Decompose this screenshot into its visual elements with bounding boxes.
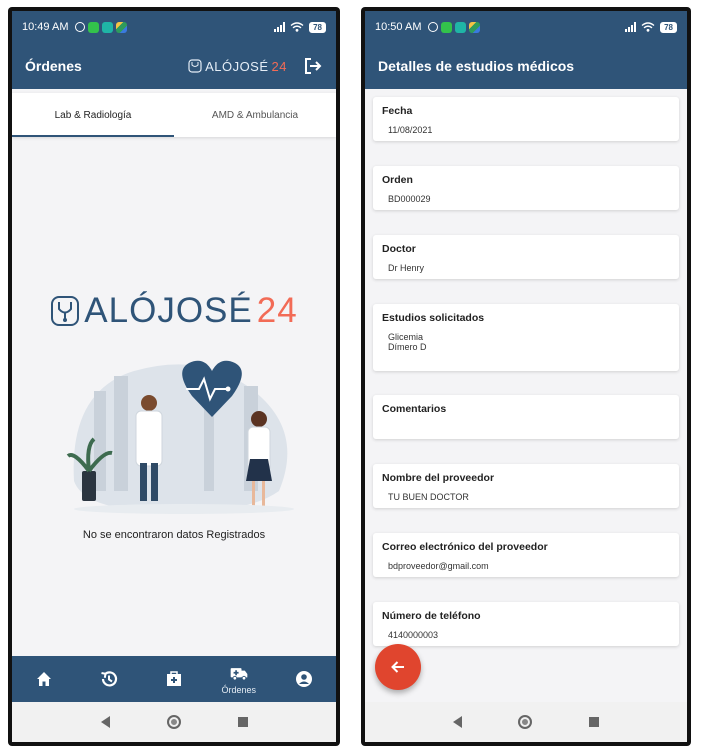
field-label: Orden — [382, 174, 413, 186]
alarm-icon — [75, 22, 86, 32]
field-label: Correo electrónico del proveedor — [382, 541, 548, 553]
nav-history[interactable] — [84, 669, 134, 689]
recents-icon[interactable] — [588, 717, 599, 727]
field-value: 4140000003 — [388, 630, 439, 640]
system-navigation — [12, 702, 336, 742]
app-notification-icon — [455, 21, 467, 33]
signal-icon — [625, 22, 637, 32]
field-label: Fecha — [382, 105, 413, 117]
app-notification-icon — [102, 21, 114, 33]
field-value: Dr Henry — [388, 263, 425, 273]
drive-icon — [469, 21, 481, 33]
status-time: 10:50 AM — [375, 21, 422, 33]
status-bar: 10:49 AM 78 — [12, 11, 336, 43]
back-icon[interactable] — [453, 716, 463, 728]
phone-orders: 10:49 AM 78 Órdenes ALÓJOSÉ 24 Lab & Rad… — [8, 7, 340, 746]
field-label: Número de teléfono — [382, 610, 481, 622]
stethoscope-icon — [188, 59, 202, 73]
field-value: TU BUEN DOCTOR — [388, 492, 469, 502]
home-circle-icon[interactable] — [518, 715, 533, 729]
field-value: 11/08/2021 — [388, 125, 433, 135]
details-screen: 10:50 AM 78 Detalles de estudios médicos — [365, 11, 687, 742]
empty-state-message: No se encontraron datos Registrados — [82, 529, 266, 541]
alarm-icon — [428, 22, 439, 32]
nav-medical[interactable] — [149, 669, 199, 689]
field-value: Glicemia — [388, 332, 424, 342]
wifi-icon — [290, 22, 304, 32]
brand-number: 24 — [271, 58, 287, 74]
field-estudios: Estudios solicitados Glicemia Dímero D — [373, 304, 679, 371]
field-correo: Correo electrónico del proveedor bdprove… — [373, 533, 679, 577]
field-comentarios: Comentarios — [373, 395, 679, 439]
field-value: BD000029 — [388, 194, 431, 204]
tab-label: AMD & Ambulancia — [211, 109, 299, 121]
field-proveedor: Nombre del proveedor TU BUEN DOCTOR — [373, 464, 679, 508]
app-bar: Detalles de estudios médicos — [365, 43, 687, 89]
field-doctor: Doctor Dr Henry — [373, 235, 679, 279]
field-value: Dímero D — [388, 342, 427, 352]
brand-logo-large: ALÓJOSÉ 24 — [12, 291, 336, 331]
bottom-navigation: Órdenes — [12, 656, 336, 702]
brand-logo: ALÓJOSÉ 24 — [188, 59, 287, 74]
field-telefono: Número de teléfono 4140000003 — [373, 602, 679, 646]
doctors-illustration — [66, 360, 294, 514]
messages-icon — [441, 21, 453, 33]
home-icon — [37, 672, 52, 686]
nav-account[interactable] — [279, 669, 329, 689]
phone-details: 10:50 AM 78 Detalles de estudios médicos — [361, 7, 691, 746]
drive-icon — [116, 21, 128, 33]
field-orden: Orden BD000029 — [373, 166, 679, 210]
field-label: Comentarios — [382, 403, 447, 415]
history-icon — [101, 671, 118, 687]
field-value: bdproveedor@gmail.com — [388, 561, 489, 571]
home-circle-icon[interactable] — [166, 715, 181, 729]
logo-name: ALÓJOSÉ — [84, 291, 253, 330]
back-icon[interactable] — [100, 716, 110, 728]
logout-icon[interactable] — [303, 56, 323, 76]
arrow-left-icon — [391, 661, 404, 673]
recents-icon[interactable] — [237, 717, 248, 727]
account-icon — [295, 671, 312, 687]
field-label: Doctor — [382, 243, 416, 255]
stethoscope-icon — [51, 296, 80, 326]
signal-icon — [274, 22, 286, 32]
tab-amd-ambulancia[interactable]: AMD & Ambulancia — [174, 93, 336, 137]
nav-label: Órdenes — [221, 684, 257, 695]
ambulance-icon — [230, 667, 248, 680]
tab-bar: Lab & Radiología AMD & Ambulancia — [12, 93, 336, 137]
app-bar: Órdenes ALÓJOSÉ 24 — [12, 43, 336, 89]
page-title: Detalles de estudios médicos — [378, 58, 575, 74]
wifi-icon — [641, 22, 655, 32]
brand-name: ALÓJOSÉ — [205, 58, 269, 74]
page-title: Órdenes — [25, 58, 82, 74]
tab-lab-radiologia[interactable]: Lab & Radiología — [12, 93, 174, 137]
nav-ordenes[interactable]: Órdenes — [214, 664, 264, 695]
nav-home[interactable] — [19, 669, 69, 689]
medical-case-icon — [166, 671, 181, 686]
field-label: Nombre del proveedor — [382, 472, 495, 484]
tab-label: Lab & Radiología — [54, 109, 132, 121]
messages-icon — [88, 21, 100, 33]
status-time: 10:49 AM — [22, 21, 69, 33]
status-bar: 10:50 AM 78 — [365, 11, 687, 43]
system-navigation — [365, 702, 687, 742]
battery-icon: 78 — [309, 21, 326, 33]
logo-number: 24 — [256, 291, 298, 330]
field-fecha: Fecha 11/08/2021 — [373, 97, 679, 141]
field-label: Estudios solicitados — [382, 312, 485, 324]
orders-screen: 10:49 AM 78 Órdenes ALÓJOSÉ 24 Lab & Rad… — [12, 11, 336, 742]
back-button[interactable] — [375, 644, 421, 690]
battery-icon: 78 — [660, 21, 677, 33]
